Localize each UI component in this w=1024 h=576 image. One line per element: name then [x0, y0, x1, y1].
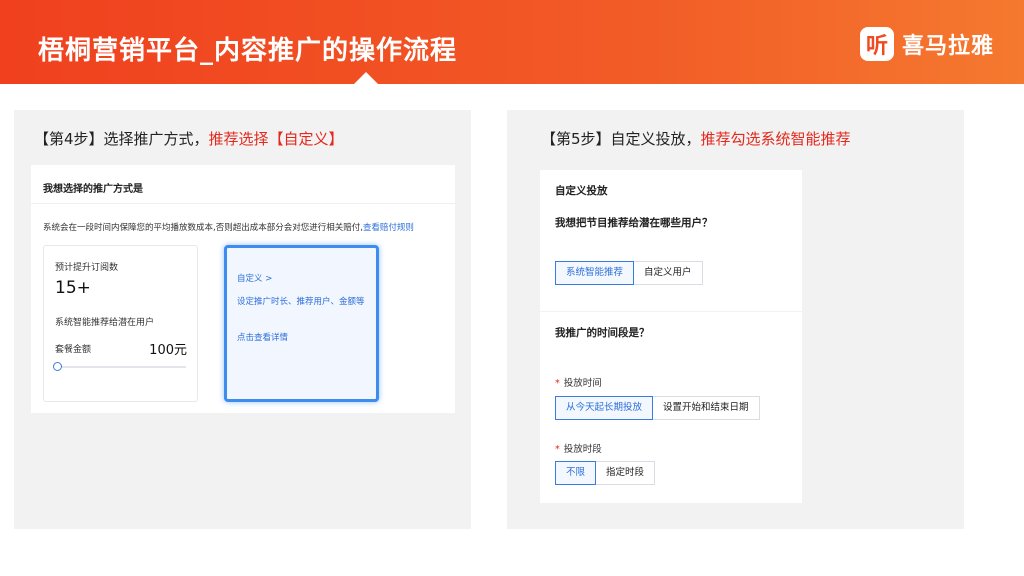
step5-panel: 【第5步】自定义投放，推荐勾选系统智能推荐 自定义投放 我想把节目推荐给潜在哪些… [507, 110, 964, 529]
launch-time-text: 投放时间 [563, 378, 602, 389]
step5-prefix: 【第5步】自定义投放， [541, 130, 701, 148]
custom-detail[interactable]: 设定推广时长、推荐用户、金额等 [237, 296, 372, 309]
custom-users-option[interactable]: 自定义用户 [634, 261, 703, 285]
required-mark: * [555, 378, 560, 389]
time-question: 我推广的时间段是？ [555, 327, 650, 339]
divider [31, 203, 455, 204]
description-text: 系统会在一段时间内保障您的平均播放数成本,否则超出成本部分会对您进行相关赔付, [43, 223, 363, 233]
page-title: 梧桐营销平台_内容推广的操作流程 [38, 36, 458, 66]
custom-launch-title: 自定义投放 [555, 185, 608, 197]
package-option[interactable]: 预计提升订阅数 15+ 系统智能推荐给潜在用户 套餐金额 100元 [43, 245, 198, 402]
specific-period-option[interactable]: 指定时段 [596, 461, 656, 485]
period-selector: 不限 指定时段 [555, 461, 656, 485]
custom-title-link[interactable]: 自定义 > [237, 273, 272, 286]
step5-highlight: 推荐勾选系统智能推荐 [700, 130, 851, 148]
step4-panel: 【第4步】选择推广方式，推荐选择【自定义】 我想选择的推广方式是 系统会在一段时… [14, 110, 471, 529]
header-notch [353, 72, 379, 85]
unlimited-option[interactable]: 不限 [555, 461, 597, 485]
ximalaya-logo: 听 喜马拉雅 [860, 26, 994, 62]
period-label: * 投放时段 [555, 441, 602, 455]
long-term-option[interactable]: 从今天起长期投放 [555, 396, 654, 420]
date-range-option[interactable]: 设置开始和结束日期 [653, 396, 760, 420]
launch-time-selector: 从今天起长期投放 设置开始和结束日期 [555, 396, 760, 420]
smart-recommend-option[interactable]: 系统智能推荐 [555, 261, 635, 285]
custom-launch-card: 自定义投放 我想把节目推荐给潜在哪些用户？ 系统智能推荐 自定义用户 我推广的时… [540, 170, 802, 503]
step4-highlight: 推荐选择【自定义】 [208, 130, 344, 148]
compensation-description: 系统会在一段时间内保障您的平均播放数成本,否则超出成本部分会对您进行相关赔付,查… [43, 221, 414, 233]
audience-selector: 系统智能推荐 自定义用户 [555, 261, 703, 285]
package-amount-label: 套餐金额 [55, 345, 92, 355]
audience-question: 我想把节目推荐给潜在哪些用户？ [555, 217, 713, 229]
launch-time-label: * 投放时间 [555, 375, 602, 389]
step4-prefix: 【第4步】选择推广方式， [34, 130, 209, 148]
promotion-method-card: 我想选择的推广方式是 系统会在一段时间内保障您的平均播放数成本,否则超出成本部分… [31, 165, 455, 413]
package-target: 系统智能推荐给潜在用户 [55, 318, 155, 328]
view-details-link[interactable]: 点击查看详情 [237, 332, 288, 345]
required-mark: * [555, 444, 560, 455]
promotion-method-title: 我想选择的推广方式是 [43, 184, 143, 195]
logo-ting-icon: 听 [860, 27, 894, 61]
step5-heading: 【第5步】自定义投放，推荐勾选系统智能推荐 [541, 128, 851, 149]
package-amount: 100元 [149, 343, 187, 358]
period-text: 投放时段 [563, 444, 602, 455]
logo-text: 喜马拉雅 [902, 34, 995, 59]
header-banner: 梧桐营销平台_内容推广的操作流程 听 喜马拉雅 [0, 0, 1024, 85]
amount-slider-track[interactable] [58, 366, 186, 368]
amount-slider-knob[interactable] [53, 362, 62, 371]
custom-option[interactable]: 自定义 > 设定推广时长、推荐用户、金额等 点击查看详情 [224, 245, 379, 402]
compensation-rules-link[interactable]: 查看赔付规则 [363, 223, 414, 233]
step4-heading: 【第4步】选择推广方式，推荐选择【自定义】 [34, 128, 344, 149]
package-label: 预计提升订阅数 [55, 263, 119, 273]
divider [540, 311, 802, 312]
package-value: 15+ [55, 278, 91, 298]
